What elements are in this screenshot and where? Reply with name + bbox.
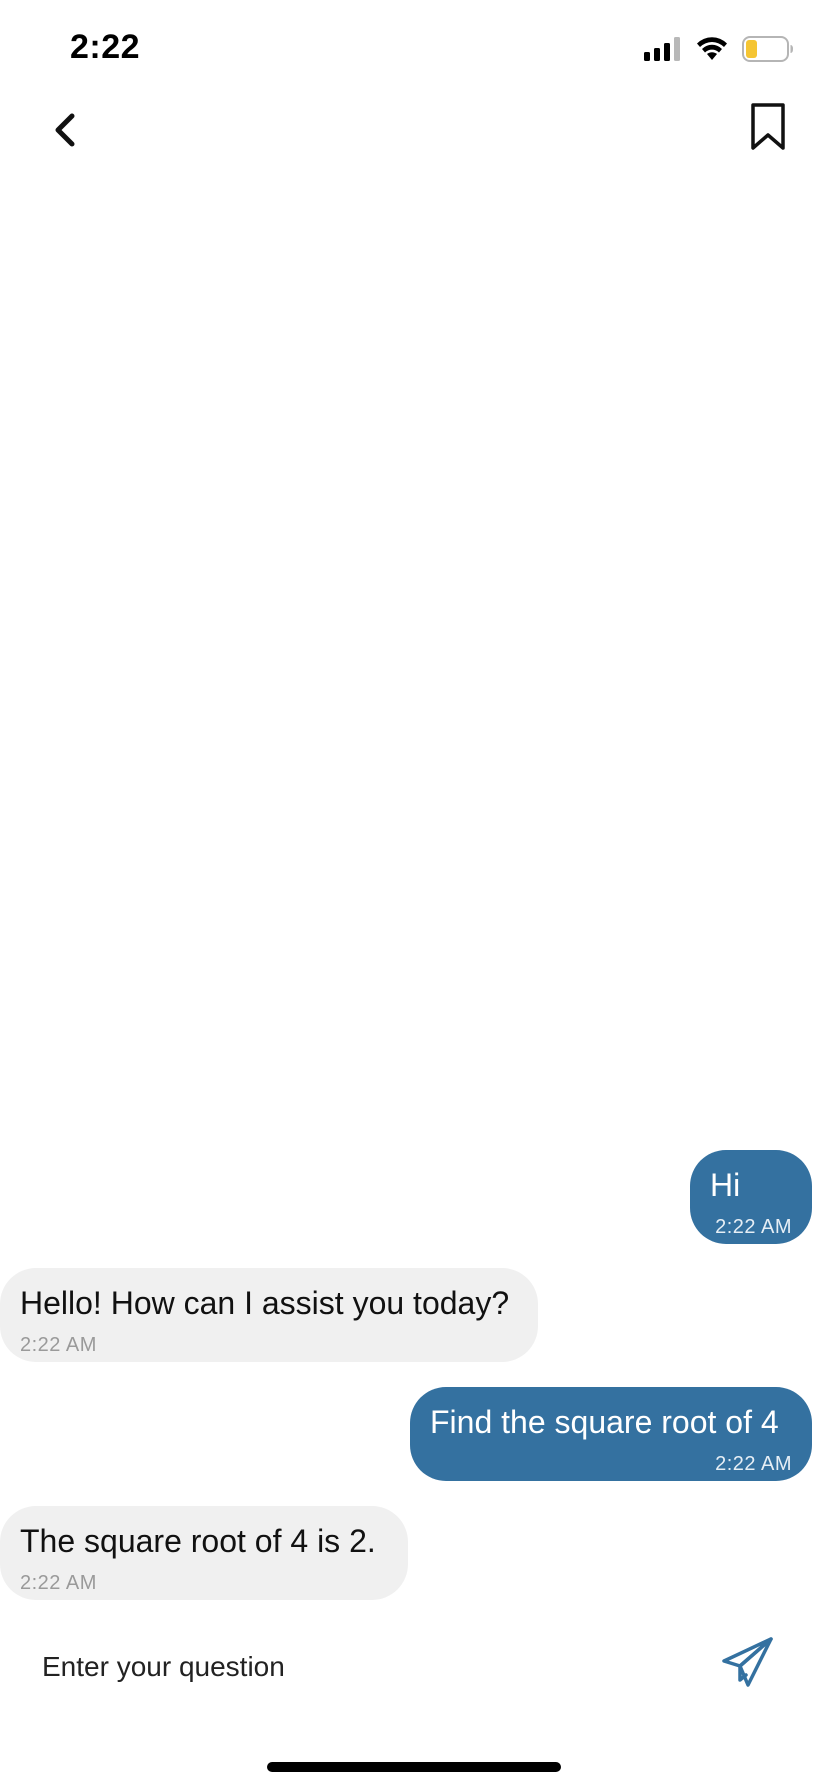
- bot-message: The square root of 4 is 2. 2:22 AM: [0, 1506, 408, 1600]
- battery-icon: [742, 36, 793, 62]
- question-input[interactable]: [40, 1636, 684, 1698]
- send-paper-plane-icon: [722, 1637, 773, 1687]
- back-button[interactable]: [40, 100, 90, 160]
- bot-message: Hello! How can I assist you today? 2:22 …: [0, 1268, 538, 1362]
- message-text: Hello! How can I assist you today?: [20, 1285, 510, 1321]
- user-message: Find the square root of 4 2:22 AM: [410, 1387, 812, 1481]
- message-text: The square root of 4 is 2.: [20, 1523, 376, 1559]
- message-time: 2:22 AM: [20, 1334, 97, 1356]
- chevron-left-icon: [55, 113, 75, 147]
- status-icons: [644, 34, 794, 64]
- status-bar: 2:22: [0, 0, 828, 100]
- chat-area: Hi 2:22 AM Hello! How can I assist you t…: [0, 180, 828, 1600]
- message-text: Find the square root of 4: [430, 1404, 779, 1440]
- wifi-icon: [697, 37, 727, 60]
- cellular-signal-icon: [644, 37, 680, 61]
- home-indicator: [267, 1762, 561, 1772]
- bookmark-button[interactable]: [738, 94, 798, 160]
- status-time: 2:22: [70, 28, 141, 66]
- message-time: 2:22 AM: [715, 1453, 792, 1475]
- bookmark-icon: [751, 103, 785, 150]
- user-message: Hi 2:22 AM: [690, 1150, 812, 1244]
- input-bar: [0, 1622, 828, 1712]
- message-time: 2:22 AM: [20, 1572, 97, 1594]
- send-button[interactable]: [720, 1632, 776, 1692]
- nav-bar: [0, 88, 828, 178]
- message-time: 2:22 AM: [715, 1216, 792, 1238]
- message-text: Hi: [710, 1167, 741, 1203]
